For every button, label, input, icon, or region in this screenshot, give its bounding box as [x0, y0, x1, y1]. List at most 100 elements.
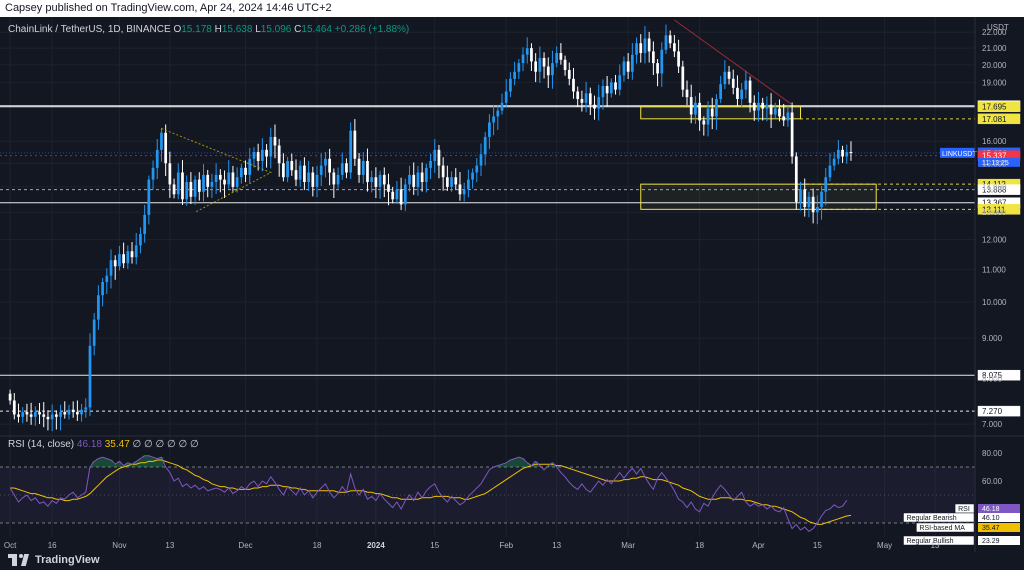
- candle-body: [820, 191, 823, 208]
- candle-body: [202, 174, 205, 192]
- price-chart[interactable]: 17.74817.69517.08115.46415.33714.11213.8…: [0, 17, 1024, 552]
- candle-body: [824, 177, 828, 192]
- time-tick: Dec: [238, 541, 252, 550]
- candle-body: [555, 53, 559, 64]
- candle-body: [223, 179, 226, 185]
- candle-body: [845, 152, 849, 157]
- level-label: 17.081: [982, 115, 1007, 124]
- candle-body: [303, 165, 306, 183]
- candle-body: [559, 53, 563, 60]
- level-label: 17.695: [982, 103, 1007, 112]
- candle-body: [521, 54, 525, 64]
- candle-body: [315, 174, 319, 187]
- candle-body: [740, 89, 744, 99]
- candle-body: [71, 409, 75, 413]
- time-tick: 15: [430, 541, 439, 550]
- publish-header-text: Capsey published on TradingView.com, Apr…: [5, 2, 332, 14]
- candle-body: [420, 172, 424, 183]
- candle-body: [378, 174, 382, 187]
- rsi-tick: 80.00: [982, 449, 1003, 458]
- candle-body: [580, 98, 584, 103]
- candle-body: [8, 393, 12, 401]
- candle-body: [677, 51, 680, 67]
- candle-body: [84, 407, 88, 410]
- price-tick: 19.000: [982, 78, 1007, 87]
- candle-body: [109, 260, 113, 276]
- candle-body: [370, 177, 374, 183]
- rsi-label-name: RSI-based MA: [919, 525, 965, 532]
- price-tick: 13.000: [982, 208, 1007, 217]
- tradingview-logo[interactable]: TradingView: [8, 554, 100, 566]
- candle-body: [828, 165, 832, 178]
- highlight-zone: [640, 183, 877, 210]
- candle-body: [239, 167, 243, 178]
- candle-body: [488, 122, 491, 137]
- candle-body: [349, 130, 353, 173]
- candle-body: [757, 102, 760, 111]
- candle-body: [134, 245, 138, 258]
- time-tick: 2024: [367, 541, 385, 550]
- candle-body: [197, 179, 201, 192]
- candle-body: [807, 196, 811, 208]
- price-tick: 10.000: [982, 298, 1007, 307]
- time-tick: Apr: [752, 541, 765, 550]
- change-value: +0.286 (+1.88%): [334, 24, 410, 35]
- candle-body: [736, 87, 739, 99]
- candle-body: [33, 412, 37, 417]
- candle-body: [248, 158, 252, 175]
- time-tick: 15: [813, 541, 822, 550]
- candle-body: [731, 78, 735, 88]
- rsi-legend: RSI (14, close) 46.18 35.47 ∅ ∅ ∅ ∅ ∅ ∅: [8, 439, 199, 450]
- rsi-legend-extra: ∅ ∅ ∅ ∅ ∅ ∅: [132, 439, 199, 450]
- candle-body: [786, 112, 790, 121]
- rsi-legend-value: 46.18: [76, 439, 102, 450]
- candle-body: [408, 174, 411, 185]
- price-tick: 16.000: [982, 137, 1007, 146]
- candle-body: [155, 149, 159, 168]
- candle-body: [147, 179, 151, 215]
- time-tick: 18: [313, 541, 322, 550]
- candle-body: [357, 158, 361, 175]
- candle-body: [424, 167, 428, 183]
- rsi-label-name: Regular Bearish: [907, 515, 957, 522]
- candle-body: [647, 38, 651, 52]
- price-tick: 21.000: [982, 44, 1007, 53]
- candle-body: [336, 174, 340, 185]
- candle-body: [168, 163, 172, 185]
- high-label: H: [214, 24, 222, 35]
- candle-body: [80, 409, 83, 415]
- candle-body: [59, 412, 62, 417]
- candle-body: [719, 84, 723, 99]
- footer: TradingView: [0, 552, 1024, 570]
- candle-body: [849, 152, 853, 154]
- candle-body: [17, 414, 20, 417]
- candle-body: [63, 412, 67, 415]
- candle-body: [269, 136, 273, 157]
- candle-body: [841, 149, 844, 157]
- candle-body: [345, 163, 348, 173]
- candle-body: [181, 172, 184, 200]
- time-tick: 13: [931, 541, 940, 550]
- candle-body: [710, 108, 714, 117]
- price-tick: 8.000: [982, 374, 1003, 383]
- rsi-tick: 60.00: [982, 477, 1003, 486]
- candle-body: [525, 48, 529, 55]
- price-tick: 15.000: [982, 159, 1007, 168]
- candle-body: [25, 412, 29, 415]
- candle-body: [416, 172, 420, 187]
- candle-body: [660, 49, 664, 74]
- time-tick: Oct: [4, 541, 17, 550]
- publish-header: Capsey published on TradingView.com, Apr…: [0, 0, 1024, 17]
- candle-body: [189, 182, 193, 197]
- candle-body: [588, 93, 592, 105]
- rsi-label-value: 23.29: [982, 538, 1000, 545]
- candle-body: [113, 260, 117, 267]
- candle-body: [412, 174, 416, 187]
- candle-body: [29, 414, 33, 417]
- candle-body: [437, 149, 441, 166]
- candle-body: [324, 158, 327, 166]
- candle-body: [227, 172, 231, 185]
- candle-body: [584, 93, 588, 103]
- price-tick: 14.000: [982, 183, 1007, 192]
- candle-body: [689, 97, 693, 115]
